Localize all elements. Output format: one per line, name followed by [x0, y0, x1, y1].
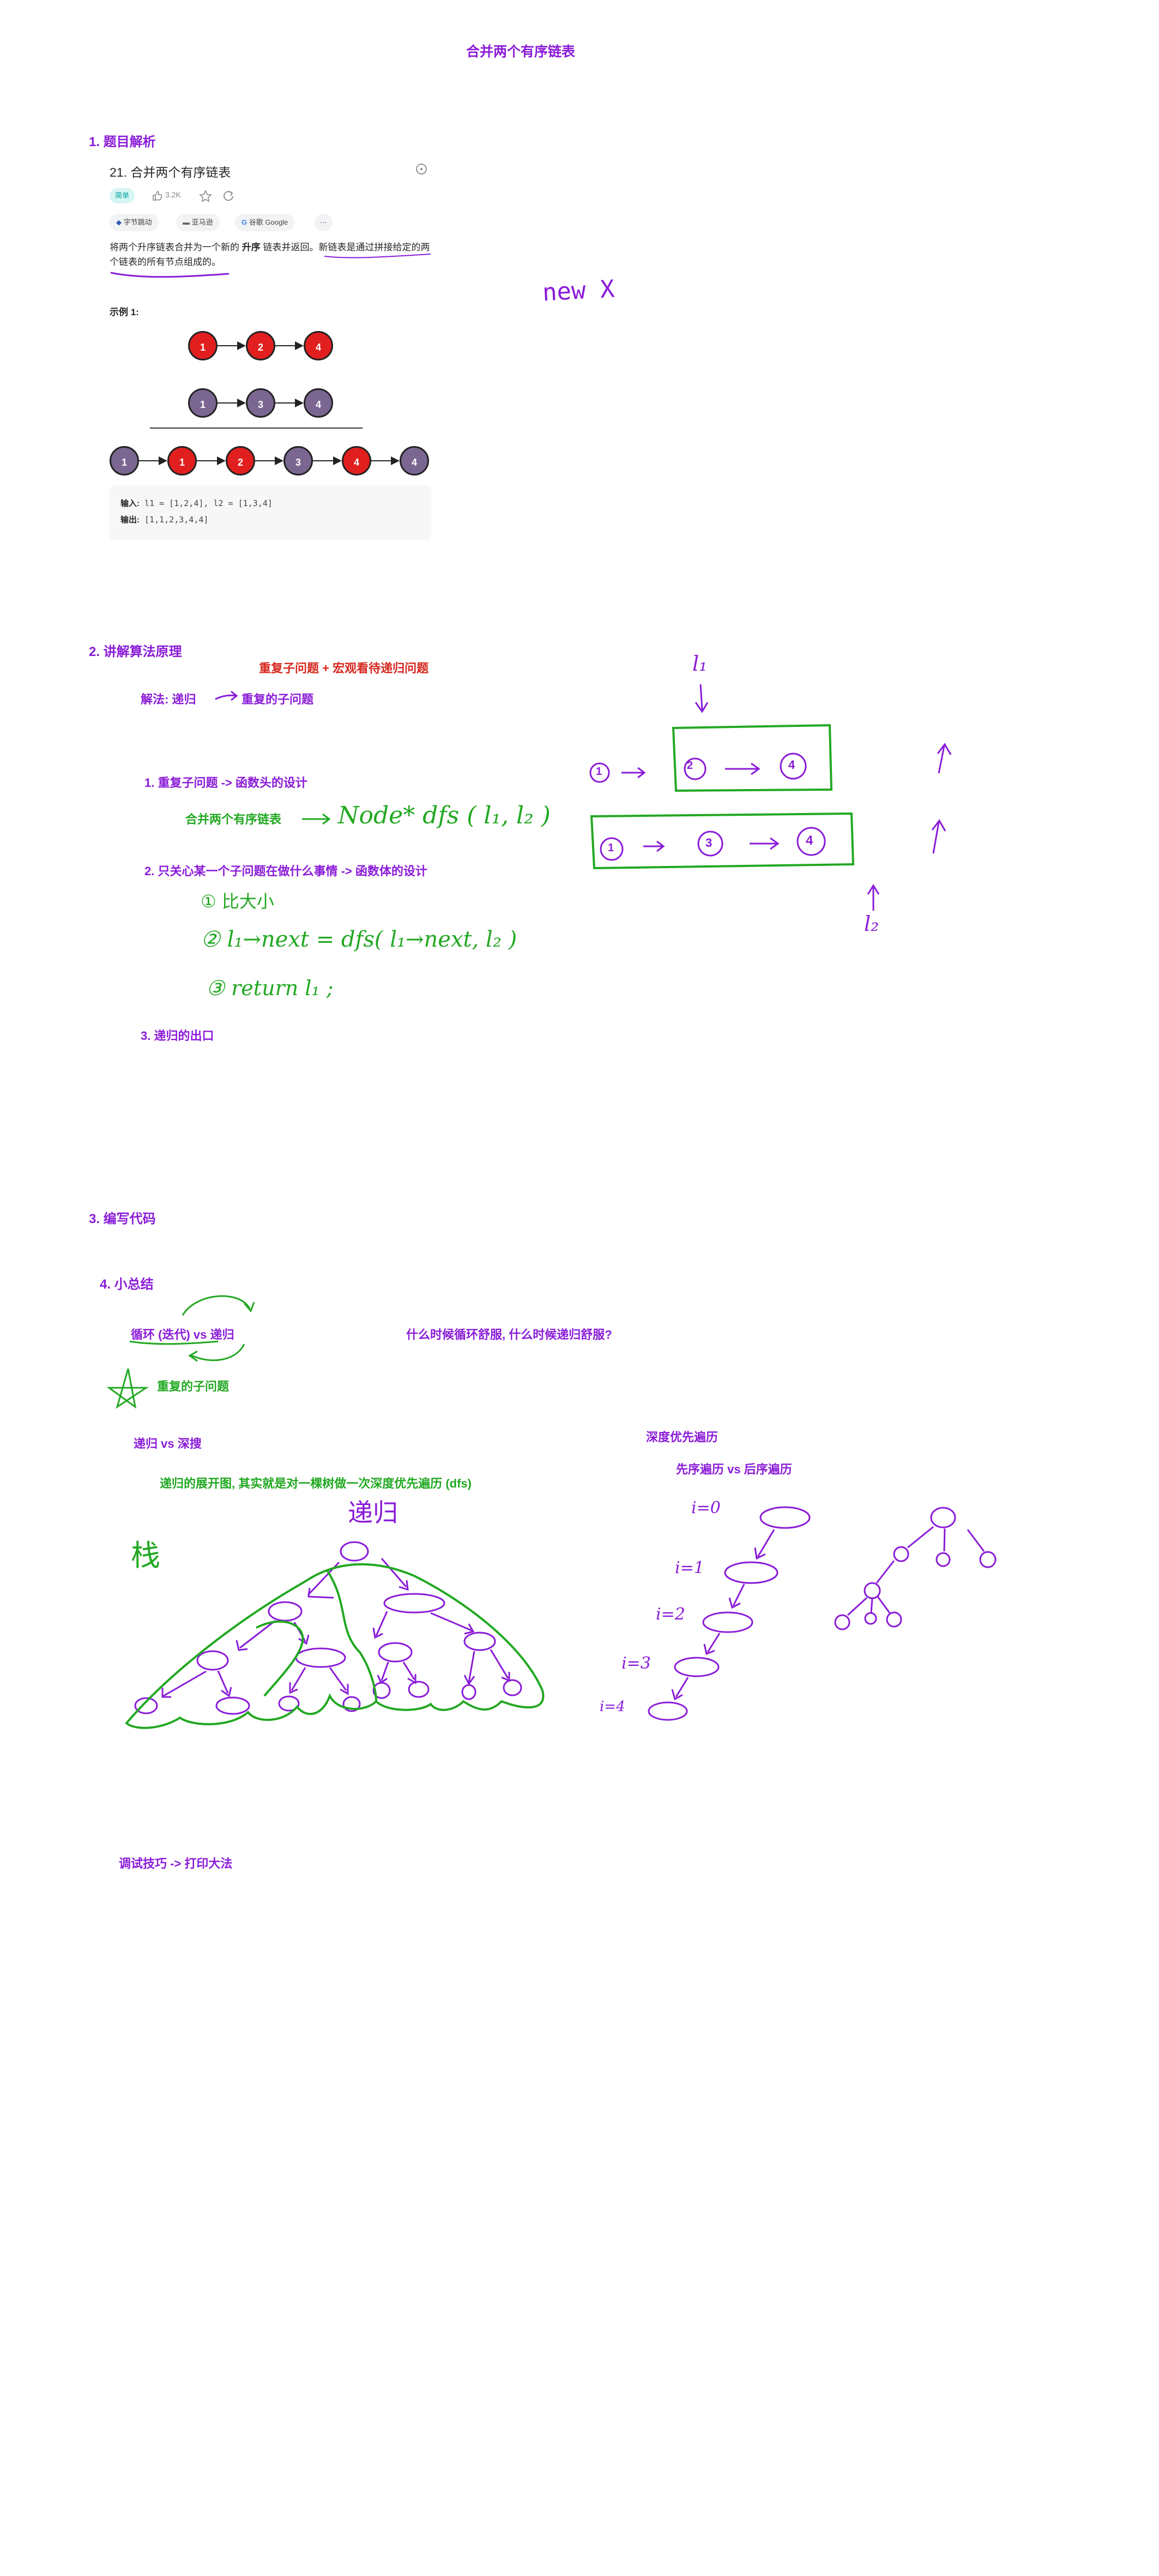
page-title: 合并两个有序链表	[466, 44, 576, 59]
handwritten-new-x: new X	[541, 275, 615, 307]
pre-post-order: 先序遍历 vs 后序遍历	[676, 1462, 792, 1476]
depth-label: i=3	[621, 1654, 651, 1673]
sketch-node-bottom: 4	[806, 833, 813, 848]
handwritten-step3: ③ return l₁ ;	[206, 976, 334, 1000]
point3: 3. 递归的出口	[141, 1029, 214, 1043]
handwritten-stack: 栈	[131, 1539, 160, 1572]
recursion-vs-dfs: 递归 vs 深搜	[134, 1437, 202, 1450]
problem-card: 21. 合并两个有序链表 简单 3.2K ◆ 字节跳动 ▬ 亚马逊 G 谷歌 G…	[106, 155, 436, 543]
handwritten-recursion: 递归	[348, 1498, 398, 1527]
section4-title: 4. 小总结	[100, 1277, 154, 1292]
section3-title: 3. 编写代码	[89, 1212, 156, 1226]
arrow-right-icon	[215, 690, 238, 701]
handwritten-dfs-signature: Node* dfs ( l₁, l₂ )	[338, 802, 551, 829]
sketch-node-top: 1	[596, 766, 602, 778]
debug-tip: 调试技巧 -> 打印大法	[119, 1857, 233, 1870]
repeat-subproblem: 重复的子问题	[157, 1380, 230, 1393]
red-note: 重复子问题 + 宏观看待递归问题	[259, 661, 429, 675]
handwritten-step1: ① 比大小	[201, 891, 274, 912]
list-arrows	[139, 341, 400, 465]
section2-title: 2. 讲解算法原理	[89, 645, 182, 659]
example-output: 输出: [1,1,2,3,4,4]	[120, 515, 209, 525]
handwritten-step2: ② l₁→next = dfs( l₁→next, l₂ )	[201, 927, 517, 952]
section1-title: 1. 题目解析	[89, 135, 156, 149]
loop-vs-recursion: 循环 (迭代) vs 递归	[131, 1328, 234, 1341]
point2: 2. 只关心某一个子问题在做什么事情 -> 函数体的设计	[144, 864, 427, 878]
loop-question: 什么时候循环舒服, 什么时候递归舒服?	[406, 1328, 612, 1341]
merge-label: 合并两个有序链表	[185, 812, 282, 826]
example-io-box: 输入: l1 = [1,2,4], l2 = [1,3,4] 输出: [1,1,…	[110, 485, 431, 540]
sketch-node-bottom: 1	[608, 842, 614, 854]
example-input: 输入: l1 = [1,2,4], l2 = [1,3,4]	[120, 498, 273, 508]
recursion-tree-note: 递归的展开图, 其实就是对一棵树做一次深度优先遍历 (dfs)	[160, 1477, 472, 1490]
dfs-title: 深度优先遍历	[646, 1430, 719, 1444]
sketch-node-top: 2	[687, 760, 693, 772]
sketch-node-top: 4	[788, 758, 795, 772]
depth-label: i=2	[656, 1605, 685, 1624]
sketch-node-bottom: 3	[705, 836, 713, 850]
handwritten-l1: l₁	[692, 652, 708, 676]
arrow-right-icon	[302, 813, 331, 825]
solution-label: 解法: 递归	[141, 693, 196, 706]
solution-target: 重复的子问题	[242, 693, 314, 706]
handwritten-l2: l₂	[864, 912, 879, 936]
point1: 1. 重复子问题 -> 函数头的设计	[144, 776, 307, 790]
depth-label: i=1	[675, 1558, 704, 1578]
depth-label: i=4	[600, 1699, 625, 1715]
depth-label: i=0	[691, 1498, 721, 1518]
